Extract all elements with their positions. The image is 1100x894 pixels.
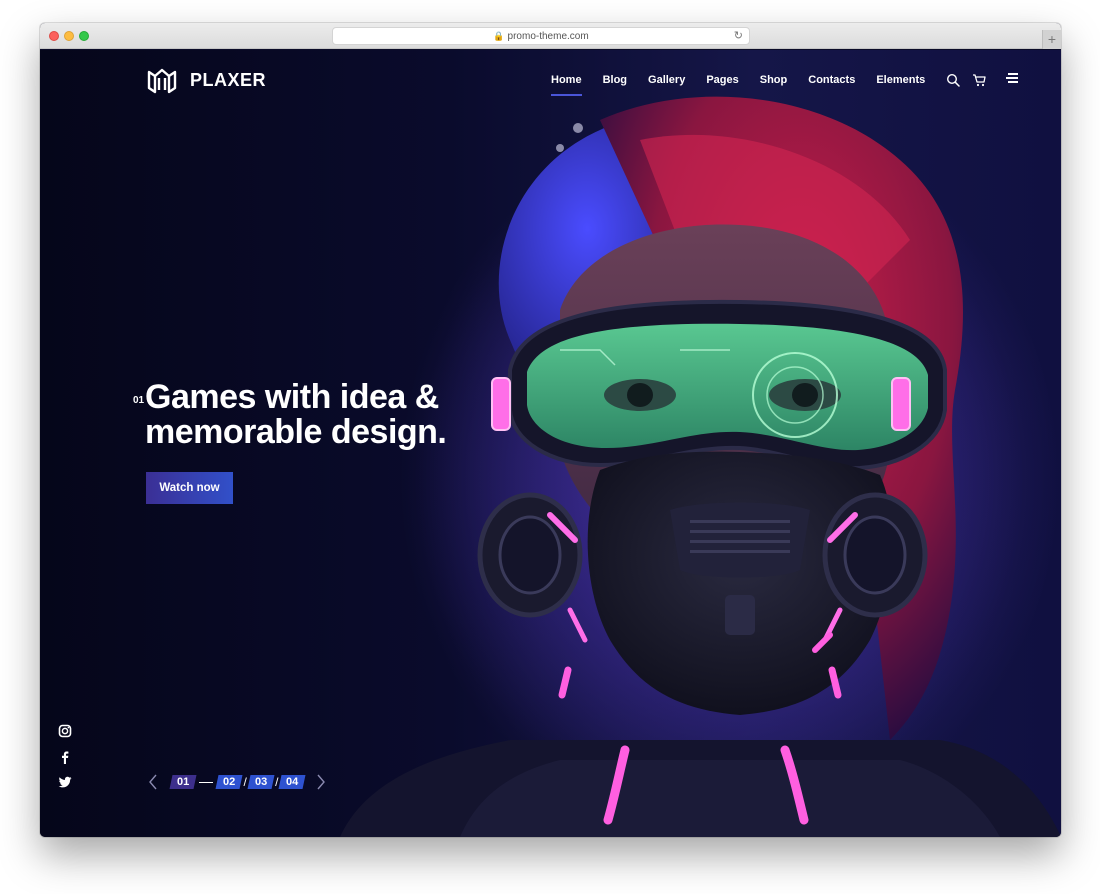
- page-viewport: PLAXER Home Blog Gallery Pages Shop Cont…: [40, 50, 1061, 837]
- slide-index: 01: [133, 395, 145, 406]
- twitter-icon[interactable]: [58, 775, 72, 789]
- nav-gallery[interactable]: Gallery: [648, 70, 685, 90]
- nav-shop[interactable]: Shop: [760, 70, 788, 90]
- site-logo[interactable]: PLAXER: [146, 66, 266, 94]
- close-window-button[interactable]: [49, 31, 59, 41]
- logo-mark-icon: [147, 68, 177, 94]
- browser-titlebar: 🔒 promo-theme.com ↻ +: [40, 23, 1061, 49]
- nav-pages[interactable]: Pages: [706, 70, 738, 90]
- nav-blog[interactable]: Blog: [603, 70, 627, 90]
- hero-title: Games with idea & memorable design.: [145, 378, 447, 451]
- address-bar[interactable]: 🔒 promo-theme.com ↻: [332, 27, 750, 45]
- maximize-window-button[interactable]: [79, 31, 89, 41]
- browser-window: 🔒 promo-theme.com ↻ + PLAXER Home Blog G…: [40, 23, 1061, 837]
- lock-icon: 🔒: [493, 31, 505, 41]
- hero-title-line-1: Games with idea &: [145, 378, 439, 416]
- reload-icon[interactable]: ↻: [734, 28, 743, 44]
- hero-title-line-2: memorable design.: [145, 413, 447, 451]
- new-tab-button[interactable]: +: [1042, 30, 1061, 49]
- minimize-window-button[interactable]: [64, 31, 74, 41]
- pager-slash: /: [243, 775, 247, 789]
- chevron-right-icon[interactable]: [315, 774, 327, 790]
- chevron-left-icon[interactable]: [147, 774, 159, 790]
- url-text: promo-theme.com: [507, 31, 589, 42]
- cart-icon[interactable]: [972, 73, 986, 87]
- facebook-icon[interactable]: [58, 750, 72, 764]
- search-icon[interactable]: [946, 73, 960, 87]
- watch-now-button[interactable]: Watch now: [146, 472, 233, 504]
- pager-item-02[interactable]: 02: [215, 775, 243, 789]
- pager-divider: [199, 781, 214, 783]
- slider-pager: 01 02 / 03 / 04: [147, 773, 327, 791]
- logo-text: PLAXER: [190, 69, 267, 90]
- main-nav: Home Blog Gallery Pages Shop Contacts El…: [551, 70, 998, 96]
- pager-item-04[interactable]: 04: [278, 775, 307, 789]
- menu-icon[interactable]: [1006, 72, 1020, 84]
- nav-contacts[interactable]: Contacts: [808, 70, 855, 90]
- nav-home[interactable]: Home: [551, 70, 582, 96]
- instagram-icon[interactable]: [58, 724, 72, 738]
- pager-item-01[interactable]: 01: [169, 775, 197, 789]
- nav-elements[interactable]: Elements: [876, 70, 925, 90]
- pager-item-03[interactable]: 03: [247, 775, 275, 789]
